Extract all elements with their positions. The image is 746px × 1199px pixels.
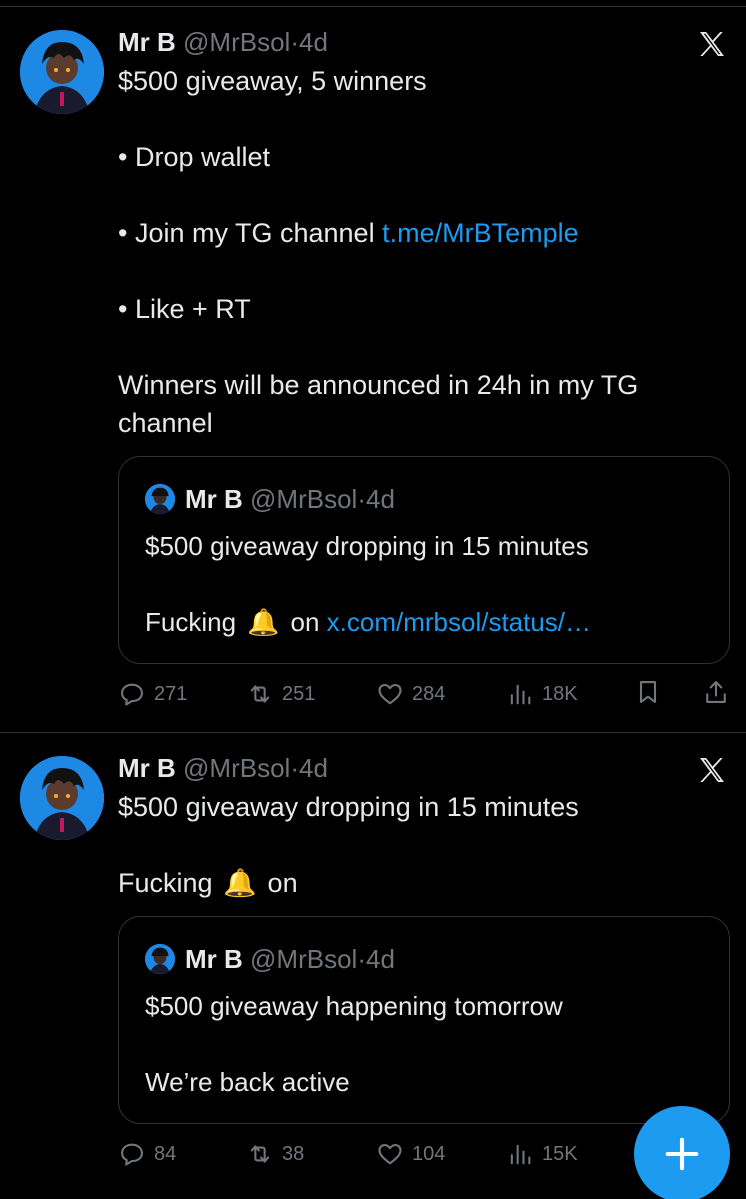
repost-button[interactable]: 251 xyxy=(246,674,315,714)
tweet-text-line: $500 giveaway, 5 winners xyxy=(118,66,427,96)
views-icon xyxy=(510,684,531,705)
tweet-header: Mr B @MrBsol·4d xyxy=(118,26,328,58)
views-button[interactable]: 18K xyxy=(506,674,578,714)
like-icon xyxy=(378,683,402,705)
quoted-text-line: We’re back active xyxy=(145,1067,350,1097)
tweet-divider xyxy=(0,732,746,733)
author-name[interactable]: Mr B xyxy=(118,753,176,783)
separator-dot: · xyxy=(357,944,366,974)
repost-count: 38 xyxy=(282,1142,305,1165)
tweet-text-line: • Like + RT xyxy=(118,294,251,324)
repost-icon xyxy=(250,685,270,703)
views-icon xyxy=(510,1144,531,1165)
tweet-text-line: Fucking 🔔 on xyxy=(118,864,718,902)
top-divider xyxy=(0,6,746,7)
reply-count: 84 xyxy=(154,1142,177,1165)
x-logo-icon[interactable] xyxy=(696,754,728,786)
repost-button[interactable]: 38 xyxy=(246,1134,304,1174)
tweet-text-paragraph: Winners will be announced in 24h in my T… xyxy=(118,370,639,438)
reply-icon xyxy=(121,683,143,706)
quoted-avatar xyxy=(145,944,175,974)
author-handle[interactable]: @MrBsol xyxy=(183,753,290,783)
like-button[interactable]: 104 xyxy=(376,1134,445,1174)
separator-dot: · xyxy=(290,753,299,783)
quoted-author-handle: @MrBsol xyxy=(250,484,358,514)
tweet-text-line: • Join my TG channel t.me/MrBTemple xyxy=(118,214,718,252)
text-segment: on xyxy=(283,607,327,637)
views-button[interactable]: 15K xyxy=(506,1134,578,1174)
bell-emoji: 🔔 xyxy=(223,868,257,898)
timestamp[interactable]: 4d xyxy=(299,27,328,57)
quoted-tweet-header: Mr B @MrBsol·4d xyxy=(145,943,395,975)
x-logo-icon[interactable] xyxy=(696,28,728,60)
quoted-tweet-header: Mr B @MrBsol·4d xyxy=(145,483,395,515)
reply-count: 271 xyxy=(154,682,188,705)
bookmark-icon[interactable] xyxy=(634,678,662,706)
reply-icon xyxy=(121,1143,143,1166)
timestamp[interactable]: 4d xyxy=(299,753,328,783)
text-segment: on xyxy=(260,868,298,898)
quoted-timestamp: 4d xyxy=(365,944,395,974)
quoted-author-name: Mr B xyxy=(185,944,243,974)
tweet-text-line: $500 giveaway dropping in 15 minutes xyxy=(118,792,579,822)
telegram-link[interactable]: t.me/MrBTemple xyxy=(382,218,579,248)
views-count: 15K xyxy=(542,1142,578,1165)
views-count: 18K xyxy=(542,682,578,705)
share-icon[interactable] xyxy=(702,678,730,706)
separator-dot: · xyxy=(290,27,299,57)
avatar[interactable] xyxy=(20,756,104,840)
quoted-text-line: Fucking 🔔 on x.com/mrbsol/status/… xyxy=(145,605,591,639)
quoted-text-line: $500 giveaway happening tomorrow xyxy=(145,991,563,1021)
text-segment: Fucking xyxy=(118,868,221,898)
status-link[interactable]: x.com/mrbsol/status/… xyxy=(327,607,591,637)
compose-button[interactable] xyxy=(634,1106,730,1199)
plus-icon xyxy=(665,1137,699,1171)
like-button[interactable]: 284 xyxy=(376,674,445,714)
tweet-text-line: • Drop wallet xyxy=(118,142,271,172)
quoted-avatar xyxy=(145,484,175,514)
bell-emoji: 🔔 xyxy=(247,607,280,637)
action-bar: 271 251 284 18K xyxy=(118,674,734,714)
avatar[interactable] xyxy=(20,30,104,114)
like-count: 284 xyxy=(412,682,446,705)
text-segment: • Join my TG channel xyxy=(118,218,383,248)
author-handle[interactable]: @MrBsol xyxy=(183,27,290,57)
like-count: 104 xyxy=(412,1142,446,1165)
quoted-author-name: Mr B xyxy=(185,484,243,514)
repost-count: 251 xyxy=(282,682,316,705)
reply-button[interactable]: 271 xyxy=(118,674,187,714)
text-segment: Fucking xyxy=(145,607,244,637)
reply-button[interactable]: 84 xyxy=(118,1134,176,1174)
quoted-tweet[interactable]: Mr B @MrBsol·4d $500 giveaway happening … xyxy=(118,916,730,1124)
quoted-timestamp: 4d xyxy=(365,484,395,514)
tweet-header: Mr B @MrBsol·4d xyxy=(118,752,328,784)
quoted-tweet[interactable]: Mr B @MrBsol·4d $500 giveaway dropping i… xyxy=(118,456,730,664)
repost-icon xyxy=(250,1145,270,1163)
author-name[interactable]: Mr B xyxy=(118,27,176,57)
quoted-text-line: $500 giveaway dropping in 15 minutes xyxy=(145,531,589,561)
like-icon xyxy=(378,1143,402,1165)
quoted-author-handle: @MrBsol xyxy=(250,944,358,974)
separator-dot: · xyxy=(357,484,366,514)
